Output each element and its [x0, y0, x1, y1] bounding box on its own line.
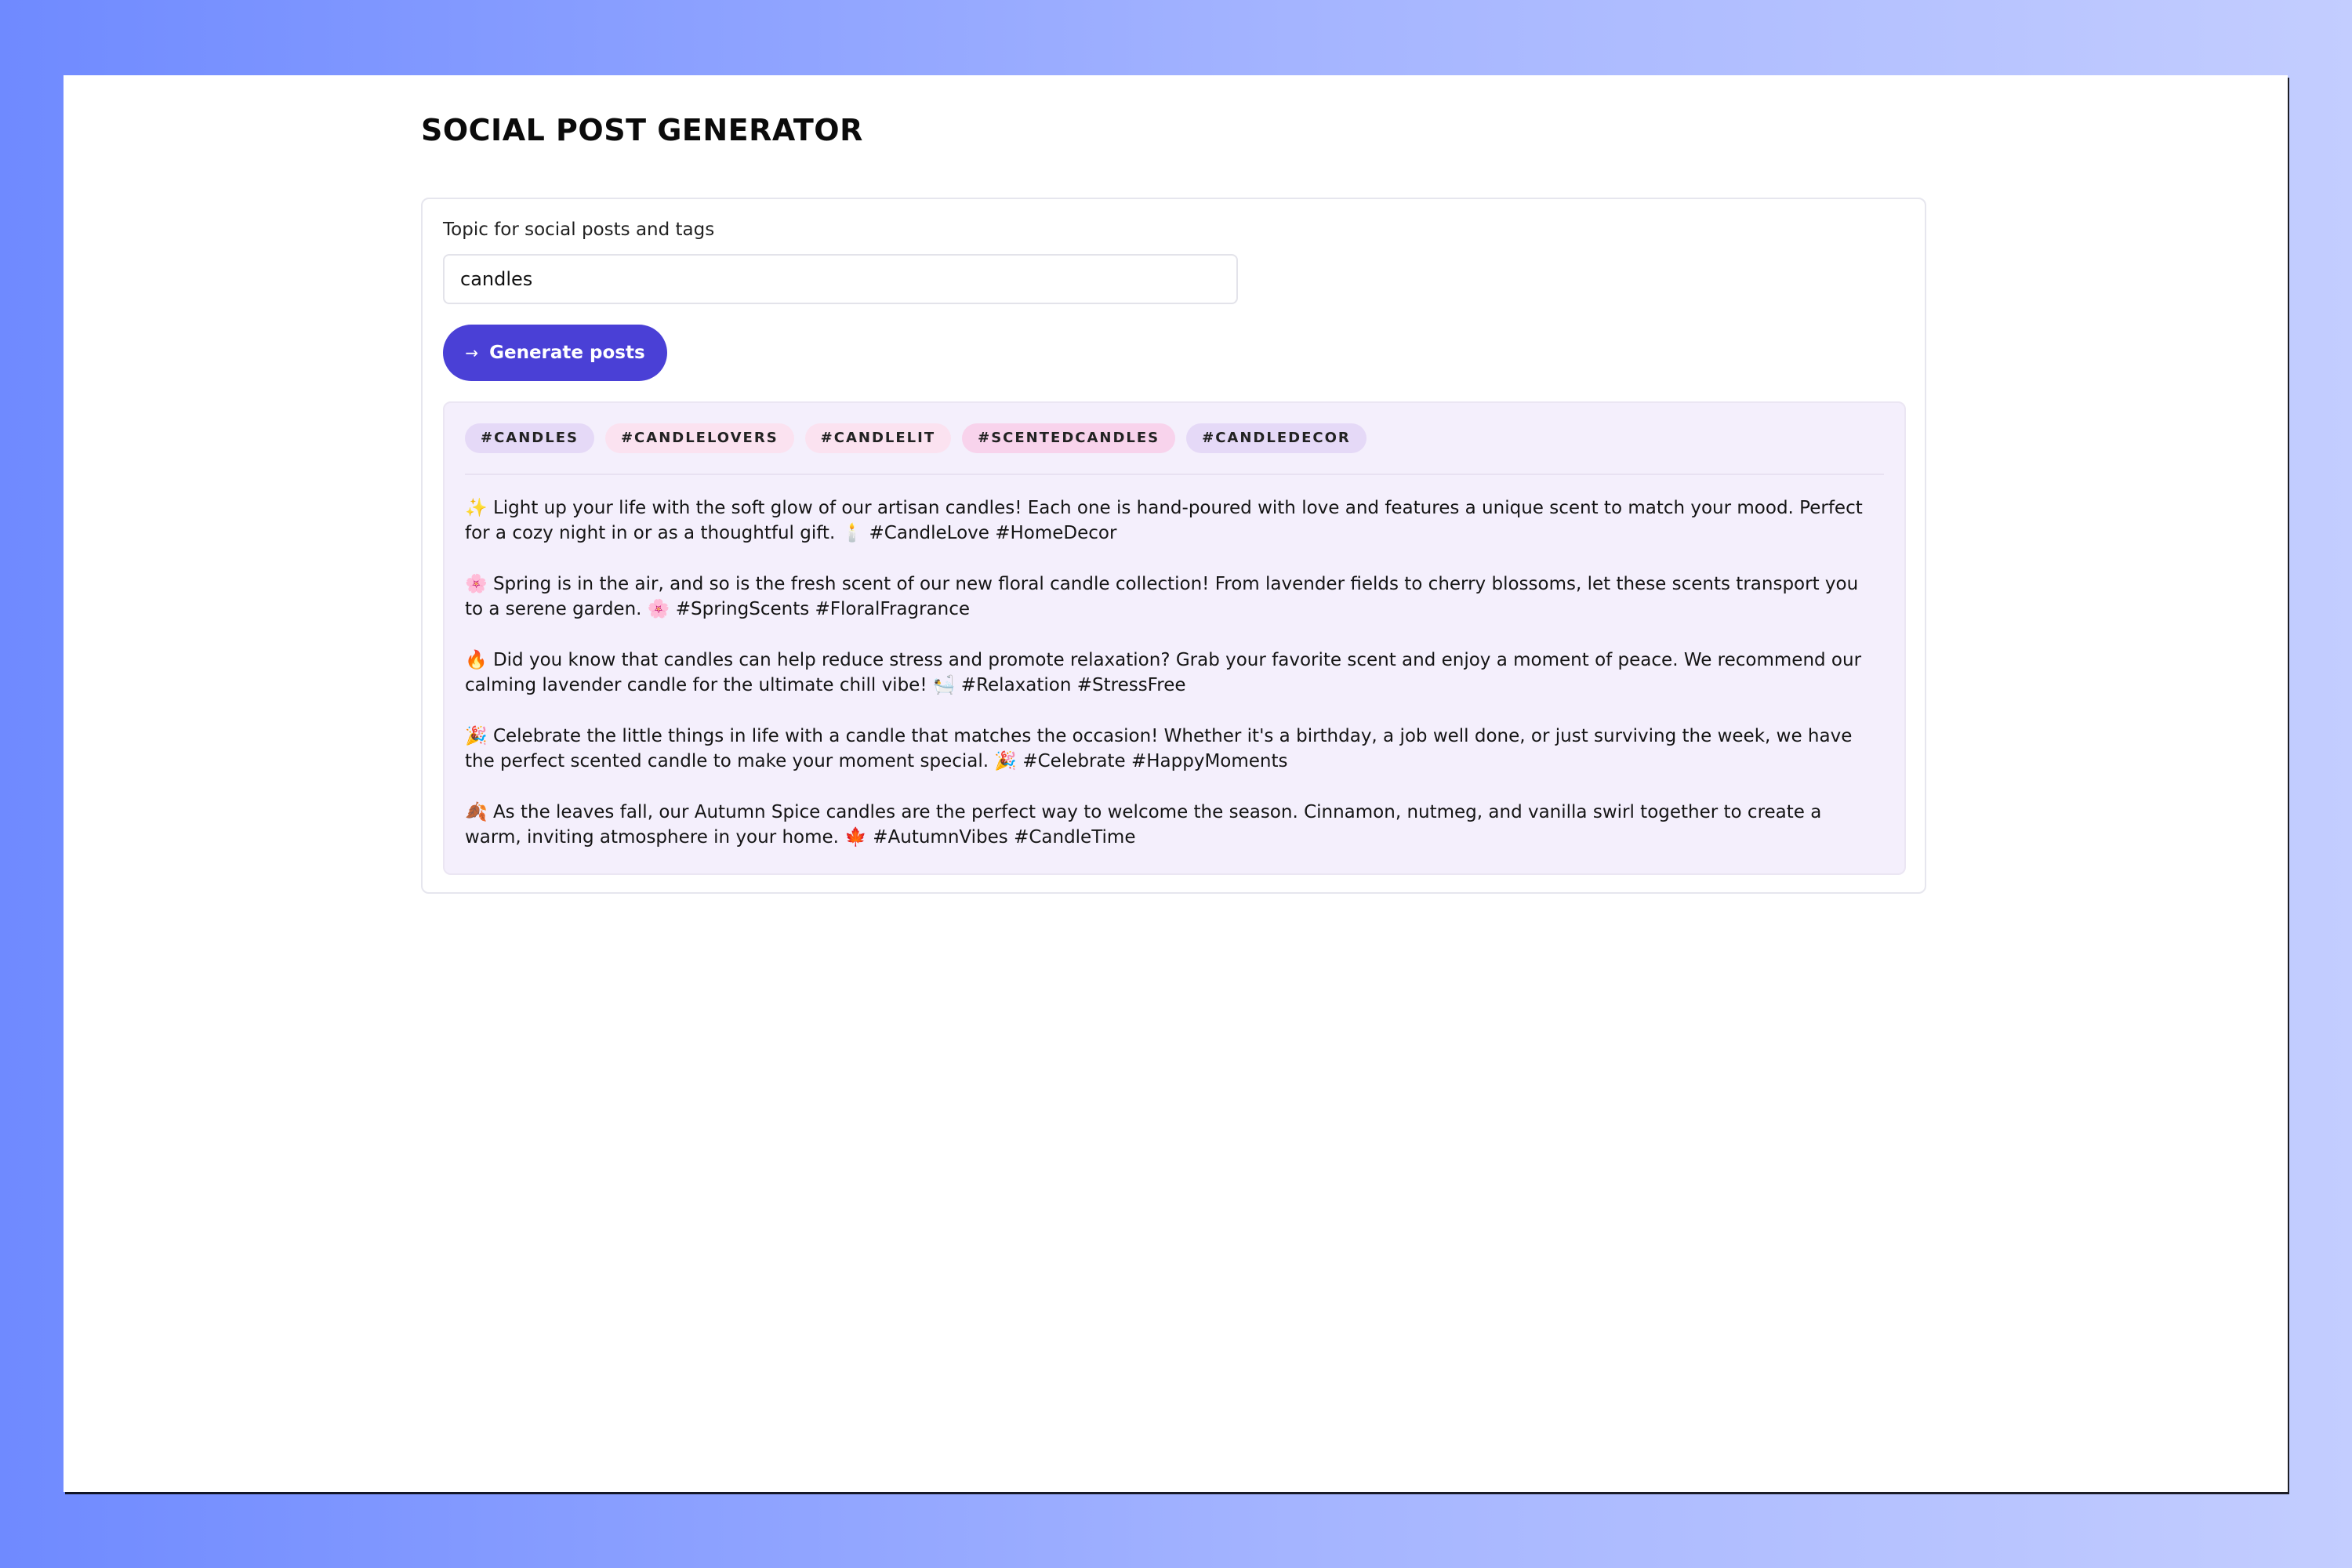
hashtag-chip[interactable]: #SCENTEDCANDLES — [962, 423, 1176, 453]
generate-posts-label: Generate posts — [489, 343, 645, 363]
post-item: ✨ Light up your life with the soft glow … — [465, 498, 1863, 543]
tag-list: #CANDLES #CANDLELOVERS #CANDLELIT #SCENT… — [465, 423, 1367, 453]
generator-card: Topic for social posts and tags → Genera… — [421, 198, 1926, 894]
page-title: SOCIAL POST GENERATOR — [421, 113, 863, 147]
hashtag-chip[interactable]: #CANDLELOVERS — [604, 423, 794, 453]
post-list: ✨ Light up your life with the soft glow … — [465, 495, 1881, 876]
topic-input[interactable] — [443, 254, 1238, 304]
topic-label: Topic for social posts and tags — [443, 220, 715, 240]
results-panel: #CANDLES #CANDLELOVERS #CANDLELIT #SCENT… — [443, 401, 1906, 875]
post-item: 🌸 Spring is in the air, and so is the fr… — [465, 574, 1859, 619]
app-window: SOCIAL POST GENERATOR Topic for social p… — [64, 75, 2288, 1492]
hashtag-chip[interactable]: #CANDLELIT — [804, 423, 952, 453]
arrow-right-icon: → — [465, 343, 479, 362]
results-divider — [465, 474, 1884, 475]
post-item: 🔥 Did you know that candles can help red… — [465, 650, 1862, 695]
post-item: 🎉 Celebrate the little things in life wi… — [465, 726, 1853, 771]
generate-posts-button[interactable]: → Generate posts — [443, 325, 667, 381]
hashtag-chip[interactable]: #CANDLEDECOR — [1186, 423, 1367, 453]
post-item: 🍂 As the leaves fall, our Autumn Spice c… — [465, 802, 1822, 848]
hashtag-chip[interactable]: #CANDLES — [465, 423, 594, 453]
